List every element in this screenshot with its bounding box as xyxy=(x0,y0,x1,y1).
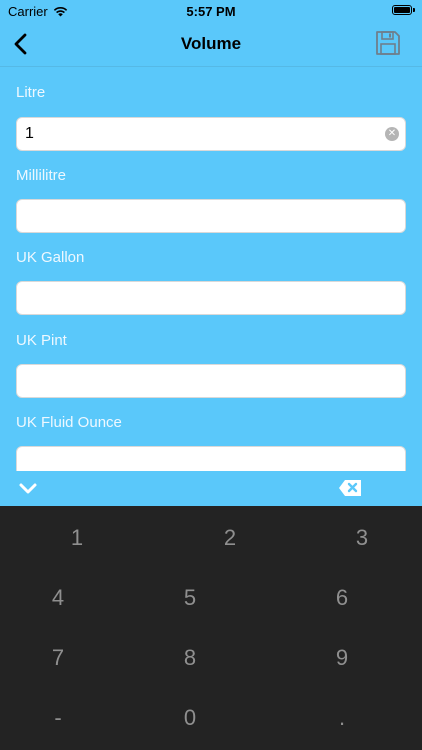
key-2[interactable]: 2 xyxy=(160,508,300,568)
key-decimal[interactable]: . xyxy=(272,688,412,748)
status-bar: Carrier 5:57 PM xyxy=(0,0,422,22)
millilitre-input[interactable] xyxy=(16,199,406,233)
field-label-uk-fluid-ounce: UK Fluid Ounce xyxy=(16,414,122,431)
uk-fluid-ounce-input[interactable] xyxy=(16,446,406,471)
key-6[interactable]: 6 xyxy=(272,568,412,628)
key-5[interactable]: 5 xyxy=(120,568,260,628)
uk-gallon-input[interactable] xyxy=(16,281,406,315)
save-button[interactable] xyxy=(374,29,402,57)
chevron-down-icon[interactable] xyxy=(18,479,38,499)
field-label-uk-gallon: UK Gallon xyxy=(16,249,85,266)
clear-icon[interactable]: ✕ xyxy=(385,127,399,141)
key-1[interactable]: 1 xyxy=(7,508,147,568)
key-8[interactable]: 8 xyxy=(120,628,260,688)
key-minus[interactable]: - xyxy=(0,688,128,748)
battery-icon xyxy=(392,5,415,15)
key-3[interactable]: 3 xyxy=(292,508,422,568)
page-title: Volume xyxy=(180,34,242,53)
litre-input[interactable] xyxy=(16,117,406,151)
backspace-icon[interactable] xyxy=(338,479,362,497)
field-label-litre: Litre xyxy=(16,84,46,101)
conversion-form: Litre ✕ Millilitre UK Gallon UK Pint UK … xyxy=(0,67,422,471)
key-0[interactable]: 0 xyxy=(120,688,260,748)
navigation-bar: Volume xyxy=(0,22,422,67)
uk-pint-input[interactable] xyxy=(16,364,406,398)
field-label-uk-pint: UK Pint xyxy=(16,332,67,349)
field-label-millilitre: Millilitre xyxy=(16,167,66,184)
numeric-keypad: 1 2 3 4 5 6 7 8 9 - 0 . xyxy=(0,506,422,750)
floppy-disk-icon xyxy=(376,31,400,55)
keyboard-accessory-bar xyxy=(0,471,422,506)
clock: 5:57 PM xyxy=(186,4,236,19)
key-4[interactable]: 4 xyxy=(0,568,128,628)
key-7[interactable]: 7 xyxy=(0,628,128,688)
key-9[interactable]: 9 xyxy=(272,628,412,688)
